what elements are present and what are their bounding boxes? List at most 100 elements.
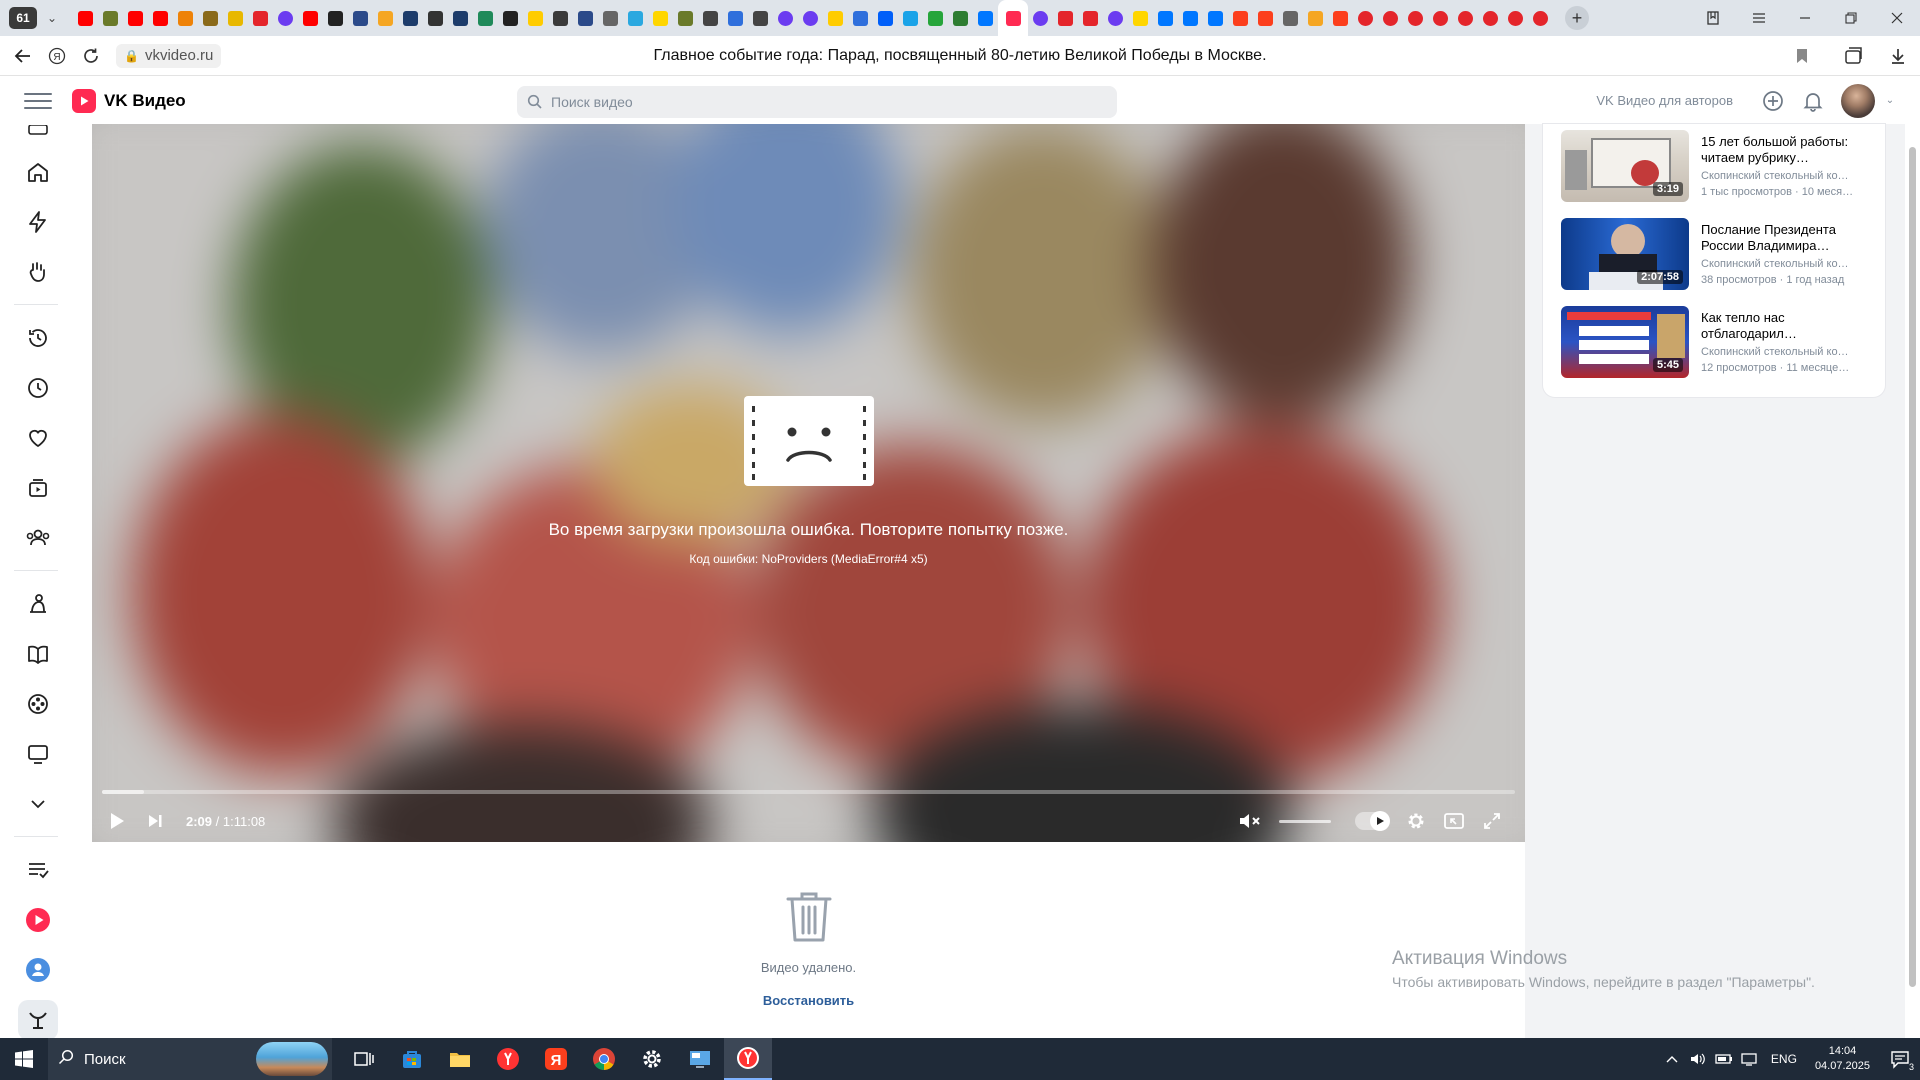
tab-check-icon[interactable]	[923, 0, 948, 36]
sidebar-item-education[interactable]	[18, 634, 58, 674]
mute-button[interactable]	[1231, 800, 1269, 842]
battery-icon[interactable]	[1711, 1053, 1737, 1065]
video-player[interactable]: Во время загрузки произошла ошибка. Повт…	[92, 124, 1525, 842]
progress-bar[interactable]	[102, 790, 1515, 794]
scrollbar-thumb[interactable]	[1909, 147, 1916, 987]
taskbar-yandex-browser-active[interactable]	[724, 1038, 772, 1080]
browser-menu-icon[interactable]	[1736, 0, 1782, 36]
tab-counter[interactable]: 61	[9, 7, 37, 29]
tab-ring-icon[interactable]	[1378, 0, 1403, 36]
task-view-button[interactable]	[340, 1038, 388, 1080]
tab-ua-icon[interactable]	[723, 0, 748, 36]
vk-video-logo[interactable]: VK Видео	[72, 88, 186, 113]
close-window-icon[interactable]	[1874, 0, 1920, 36]
sidebar-item-recommended[interactable]	[18, 252, 58, 292]
bookmark-icon[interactable]	[1780, 36, 1824, 76]
tab-huawei-icon[interactable]	[248, 0, 273, 36]
chevron-up-icon[interactable]	[1659, 1055, 1685, 1063]
sidebar-item-home[interactable]	[18, 152, 58, 192]
tab-at-icon[interactable]	[873, 0, 898, 36]
sidebar-item-movies[interactable]	[18, 684, 58, 724]
tab-play-icon[interactable]	[823, 0, 848, 36]
tab-globe-icon[interactable]	[448, 0, 473, 36]
tab-youtube-icon[interactable]	[123, 0, 148, 36]
recommendation-channel[interactable]: Скопинский стекольный ко…	[1701, 170, 1869, 182]
tab-huawei-icon[interactable]	[1053, 0, 1078, 36]
yandex-icon[interactable]: Я	[40, 39, 74, 73]
back-icon[interactable]	[6, 39, 40, 73]
taskbar-store[interactable]	[388, 1038, 436, 1080]
tab-emblem-icon[interactable]	[573, 0, 598, 36]
search-input[interactable]	[551, 94, 1091, 110]
tab-loop-icon[interactable]	[773, 0, 798, 36]
tab-ya-icon[interactable]	[1328, 0, 1353, 36]
tab-chat-icon[interactable]	[898, 0, 923, 36]
tab-loop-icon[interactable]	[798, 0, 823, 36]
tab-ring-icon[interactable]	[1478, 0, 1503, 36]
input-language[interactable]: ENG	[1771, 1052, 1797, 1066]
new-tab-button[interactable]: +	[1565, 6, 1589, 30]
tab-ring-icon[interactable]	[1453, 0, 1478, 36]
recommendation-channel[interactable]: Скопинский стекольный ко…	[1701, 346, 1869, 358]
tab-youtube-icon[interactable]	[298, 0, 323, 36]
recommendation-item[interactable]: 2:07:58 Послание Президента России Влади…	[1561, 218, 1871, 290]
sidebar-item-playlists[interactable]	[18, 850, 58, 890]
sidebar-item-communities[interactable]	[18, 518, 58, 558]
restore-window-icon[interactable]	[1828, 0, 1874, 36]
tab-bird-icon[interactable]	[698, 0, 723, 36]
tab-mail-icon[interactable]	[1303, 0, 1328, 36]
sidebar-item-kids[interactable]	[18, 584, 58, 624]
taskbar-clock[interactable]: 14:04 04.07.2025	[1815, 1044, 1870, 1074]
tab-vk-icon[interactable]	[973, 0, 998, 36]
downloads-icon[interactable]	[1876, 36, 1920, 76]
recommendation-channel[interactable]: Скопинский стекольный ко…	[1701, 258, 1869, 270]
taskbar-chrome[interactable]	[580, 1038, 628, 1080]
settings-button[interactable]	[1397, 800, 1435, 842]
tab-u-icon[interactable]	[648, 0, 673, 36]
volume-slider[interactable]	[1279, 819, 1331, 823]
tab-arc-icon[interactable]	[473, 0, 498, 36]
tab-lg-icon[interactable]	[548, 0, 573, 36]
url-field[interactable]: 🔒 vkvideo.ru	[116, 43, 222, 68]
tab-doc-icon[interactable]	[598, 0, 623, 36]
tab-loop-icon[interactable]	[273, 0, 298, 36]
page-scrollbar[interactable]	[1905, 77, 1920, 1038]
sidebar-item-liked[interactable]	[18, 418, 58, 458]
minimize-window-icon[interactable]	[1782, 0, 1828, 36]
authors-link[interactable]: VK Видео для авторов	[1596, 93, 1733, 108]
tab-wikipedia-icon[interactable]	[323, 0, 348, 36]
sidebar-item-history[interactable]	[18, 318, 58, 358]
recommendation-title[interactable]: 15 лет большой работы: читаем рубрику…	[1701, 134, 1869, 166]
tab-ok-icon[interactable]	[173, 0, 198, 36]
reload-icon[interactable]	[74, 39, 108, 73]
tab-ring-icon[interactable]	[1503, 0, 1528, 36]
menu-icon[interactable]	[24, 92, 52, 109]
taskbar-yandex[interactable]: Я	[532, 1038, 580, 1080]
taskbar-settings[interactable]	[628, 1038, 676, 1080]
tab-ring-icon[interactable]	[1403, 0, 1428, 36]
tab-loop-icon[interactable]	[1103, 0, 1128, 36]
taskbar-yandex-browser[interactable]	[484, 1038, 532, 1080]
fullscreen-button[interactable]	[1473, 800, 1511, 842]
recommendation-item[interactable]: 5:45 Как тепло нас отблагодарил… Скопинс…	[1561, 306, 1871, 378]
taskbar-explorer[interactable]	[436, 1038, 484, 1080]
search-box[interactable]	[517, 86, 1117, 118]
tab-bird-icon[interactable]	[748, 0, 773, 36]
collections-icon[interactable]	[1832, 36, 1876, 76]
network-icon[interactable]	[1737, 1052, 1763, 1066]
miniplayer-button[interactable]	[1435, 800, 1473, 842]
avatar[interactable]	[1841, 83, 1875, 118]
tab-plane-icon[interactable]	[948, 0, 973, 36]
tab-weather-icon[interactable]	[623, 0, 648, 36]
taskbar-search[interactable]: Поиск	[48, 1038, 332, 1080]
tab-ya-icon[interactable]	[1228, 0, 1253, 36]
next-button[interactable]	[136, 800, 174, 842]
tab-dots-icon[interactable]	[848, 0, 873, 36]
tab-dots-icon[interactable]	[523, 0, 548, 36]
tab-vk-icon[interactable]	[1153, 0, 1178, 36]
tab-youtube-icon[interactable]	[73, 0, 98, 36]
tab-vk-icon[interactable]	[1178, 0, 1203, 36]
tab-coin-icon[interactable]	[223, 0, 248, 36]
tab-u-icon[interactable]	[1128, 0, 1153, 36]
tab-vk-icon[interactable]	[1203, 0, 1228, 36]
